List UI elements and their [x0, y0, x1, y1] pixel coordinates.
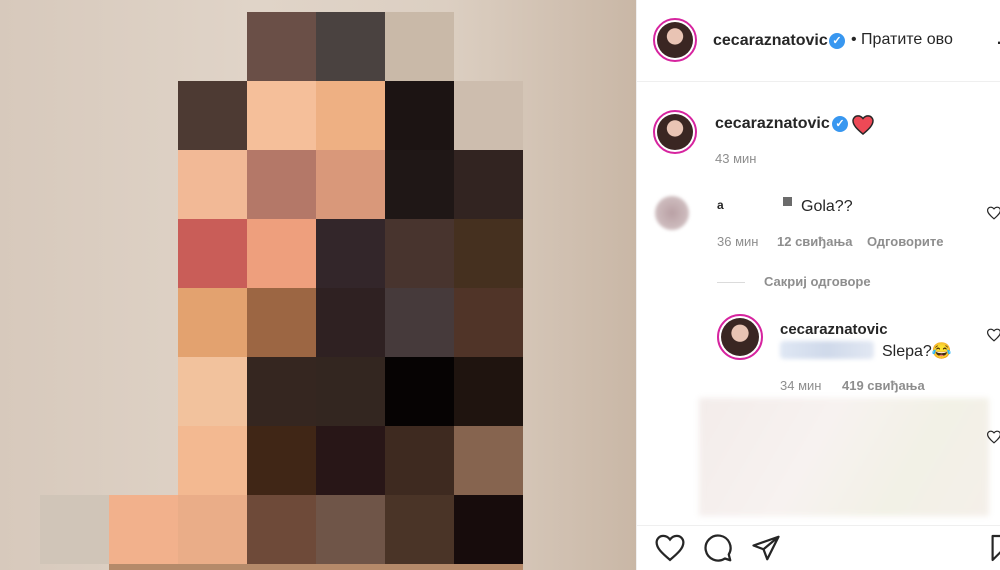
- avatar[interactable]: [653, 110, 697, 154]
- comment-like-icon[interactable]: [987, 206, 1000, 220]
- pixel-block: [316, 495, 385, 564]
- pixel-block: [178, 288, 247, 357]
- pixel-block: [454, 81, 523, 150]
- comment-text: Gola??: [801, 198, 853, 215]
- pixel-block: [385, 12, 454, 81]
- post-actions-bar: [637, 525, 1000, 570]
- redacted-mark: [783, 197, 792, 206]
- pixel-block: [178, 219, 247, 288]
- pixel-block: [247, 426, 316, 495]
- pixel-block: [247, 288, 316, 357]
- actions-divider: [637, 525, 1000, 526]
- comment-timestamp[interactable]: 36 мин: [717, 234, 758, 249]
- replies-divider: [717, 282, 745, 283]
- pixel-block: [385, 219, 454, 288]
- blurred-comments-area: [699, 398, 989, 516]
- pixel-block: [385, 288, 454, 357]
- pixel-block: [247, 81, 316, 150]
- pixel-block: [454, 150, 523, 219]
- red-heart-icon: [852, 115, 874, 135]
- pixel-block: [316, 426, 385, 495]
- reply-text: Slepa?😂: [882, 343, 952, 360]
- hide-replies-button[interactable]: Сакриј одговоре: [764, 274, 871, 289]
- caption-timestamp[interactable]: 43 мин: [715, 151, 756, 166]
- follow-button[interactable]: • Пратите ово: [851, 31, 953, 49]
- pixel-block: [109, 564, 523, 570]
- pixel-block: [385, 150, 454, 219]
- pixel-block: [454, 219, 523, 288]
- post-image[interactable]: [0, 0, 636, 570]
- post-header: cecaraznatovic ✓ • Пратите ово …: [637, 0, 1000, 82]
- pixel-block: [247, 12, 316, 81]
- reply-button[interactable]: Одговорите: [867, 234, 944, 249]
- pixel-block: [247, 219, 316, 288]
- pixel-block: [178, 81, 247, 150]
- pixel-block: [454, 495, 523, 564]
- post-side-panel: cecaraznatovic ✓ • Пратите ово … cecaraz…: [636, 0, 1000, 570]
- pixel-block: [316, 12, 385, 81]
- pixel-block: [178, 426, 247, 495]
- comment-like-icon[interactable]: [987, 430, 1000, 444]
- reply-timestamp[interactable]: 34 мин: [780, 378, 821, 393]
- reply-likes-count[interactable]: 419 свиђања: [842, 378, 925, 393]
- pixel-block: [385, 81, 454, 150]
- share-direct-icon[interactable]: [751, 533, 781, 563]
- save-bookmark-icon[interactable]: [989, 533, 1000, 563]
- comment-bubble-icon[interactable]: [703, 533, 733, 563]
- pixel-block: [385, 357, 454, 426]
- commenter-avatar[interactable]: [655, 196, 689, 230]
- reply-username[interactable]: cecaraznatovic: [780, 321, 888, 338]
- pixel-block: [178, 357, 247, 426]
- pixel-block: [247, 495, 316, 564]
- post-username[interactable]: cecaraznatovic: [713, 32, 828, 50]
- pixel-block: [316, 81, 385, 150]
- pixel-block: [247, 357, 316, 426]
- pixel-block: [316, 219, 385, 288]
- like-heart-icon[interactable]: [655, 534, 685, 562]
- comment-username[interactable]: а: [717, 198, 724, 212]
- pixel-block: [385, 495, 454, 564]
- caption-username[interactable]: cecaraznatovic: [715, 115, 830, 133]
- pixel-block: [454, 288, 523, 357]
- pixel-block: [316, 150, 385, 219]
- verified-badge-icon: ✓: [829, 33, 845, 49]
- redacted-mention: [780, 341, 874, 359]
- more-options-icon[interactable]: …: [995, 24, 1000, 50]
- avatar[interactable]: [653, 18, 697, 62]
- comment-likes-count[interactable]: 12 свиђања: [777, 234, 852, 249]
- pixel-block: [178, 150, 247, 219]
- pixel-block: [385, 426, 454, 495]
- pixel-block: [178, 495, 247, 564]
- pixel-block: [454, 426, 523, 495]
- pixel-block: [316, 288, 385, 357]
- pixel-block: [316, 357, 385, 426]
- verified-badge-icon: ✓: [832, 116, 848, 132]
- pixel-block: [247, 150, 316, 219]
- pixel-block: [109, 495, 178, 564]
- pixel-block: [454, 357, 523, 426]
- avatar[interactable]: [717, 314, 763, 360]
- instagram-post-view: cecaraznatovic ✓ • Пратите ово … cecaraz…: [0, 0, 1000, 570]
- pixel-block: [40, 495, 109, 564]
- reply-like-icon[interactable]: [987, 328, 1000, 342]
